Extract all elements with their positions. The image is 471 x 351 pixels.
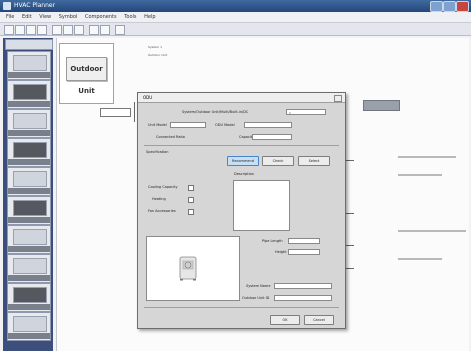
outdoor-unit-label: Outdoor Unit bbox=[70, 65, 103, 95]
cooling-label: Cooling Capacity bbox=[148, 185, 178, 189]
canvas-note: Outdoor Unit bbox=[148, 53, 168, 57]
app-window: HVAC Planner File Edit View Symbol Compo… bbox=[0, 0, 471, 351]
outdoor-unit-icon bbox=[13, 258, 47, 274]
capacity-field bbox=[252, 134, 292, 140]
menu-edit[interactable]: Edit bbox=[22, 14, 32, 20]
controller-icon bbox=[13, 287, 47, 303]
palette-item-wall-unit[interactable] bbox=[7, 51, 51, 80]
branch-node[interactable] bbox=[363, 100, 400, 111]
menu-components[interactable]: Components bbox=[85, 14, 117, 20]
cooling-checkbox[interactable] bbox=[188, 185, 194, 191]
close-button[interactable] bbox=[456, 1, 469, 12]
menu-file[interactable]: File bbox=[6, 14, 14, 20]
indoor-unit-note bbox=[398, 156, 456, 166]
odu-model-select[interactable] bbox=[244, 122, 292, 128]
palette-item-console[interactable] bbox=[7, 225, 51, 254]
divider bbox=[144, 307, 339, 308]
floor-unit-icon bbox=[13, 171, 47, 187]
menu-view[interactable]: View bbox=[39, 14, 51, 20]
select-button[interactable]: Select bbox=[298, 156, 330, 166]
palette-item-duct[interactable] bbox=[7, 109, 51, 138]
component-palette bbox=[3, 38, 53, 351]
dialog-title-bar: ODU bbox=[138, 93, 345, 103]
palette-item-remote[interactable] bbox=[7, 312, 51, 341]
dialog-title: ODU bbox=[143, 95, 153, 100]
unit-model-label: Unit Model bbox=[148, 123, 167, 127]
menu-bar: File Edit View Symbol Components Tools H… bbox=[0, 12, 471, 23]
pipe-length-field[interactable] bbox=[288, 238, 320, 244]
recommend-button[interactable]: Recommend bbox=[227, 156, 259, 166]
description-textarea[interactable] bbox=[233, 180, 290, 231]
wall-unit-icon bbox=[13, 55, 47, 71]
heating-checkbox[interactable] bbox=[188, 197, 194, 203]
minimize-button[interactable] bbox=[430, 1, 443, 12]
high-wall-unit-icon bbox=[13, 200, 47, 216]
undo-icon[interactable] bbox=[89, 25, 99, 35]
system-name-label: System Name bbox=[246, 284, 271, 288]
canvas-note: System 1 bbox=[148, 45, 163, 49]
window-title: HVAC Planner bbox=[14, 2, 56, 9]
cassette-unit-icon bbox=[13, 84, 47, 100]
outdoor-name-input[interactable] bbox=[274, 295, 332, 301]
pipe-length-label: Pipe Length bbox=[262, 239, 283, 243]
copy-icon[interactable] bbox=[63, 25, 73, 35]
fan-label: Fan Accessories bbox=[148, 209, 176, 213]
outdoor-name-label: Outdoor Unit ID bbox=[242, 296, 270, 300]
ceiling-unit-icon bbox=[13, 142, 47, 158]
divider bbox=[144, 145, 339, 146]
palette-item-outdoor[interactable] bbox=[7, 254, 51, 283]
menu-symbol[interactable]: Symbol bbox=[59, 14, 78, 20]
outdoor-unit-box: Outdoor Unit bbox=[66, 57, 107, 95]
height-label: Height bbox=[275, 250, 287, 254]
description-label: Description bbox=[234, 172, 254, 176]
palette-item-floor[interactable] bbox=[7, 167, 51, 196]
toolbar bbox=[0, 23, 471, 36]
palette-item-ceiling[interactable] bbox=[7, 138, 51, 167]
system-label: System/Outdoor Unit/Multi/Built-in/DC bbox=[182, 110, 249, 114]
print-icon[interactable] bbox=[37, 25, 47, 35]
fan-checkbox[interactable] bbox=[188, 209, 194, 215]
palette-header bbox=[5, 39, 53, 50]
console-unit-icon bbox=[13, 229, 47, 245]
system-select[interactable]: 1 bbox=[286, 109, 326, 115]
height-field[interactable] bbox=[288, 249, 320, 255]
branch-node[interactable] bbox=[100, 108, 131, 117]
system-name-input[interactable] bbox=[274, 283, 332, 289]
paste-icon[interactable] bbox=[74, 25, 84, 35]
remote-icon bbox=[13, 316, 47, 332]
title-bar: HVAC Planner bbox=[0, 0, 471, 12]
zoom-icon[interactable] bbox=[115, 25, 125, 35]
app-icon bbox=[3, 2, 11, 10]
duct-unit-icon bbox=[13, 113, 47, 129]
outdoor-unit-icon bbox=[179, 256, 197, 281]
open-icon[interactable] bbox=[15, 25, 25, 35]
palette-item-cassette[interactable] bbox=[7, 80, 51, 109]
redo-icon[interactable] bbox=[100, 25, 110, 35]
outdoor-unit-node[interactable]: Outdoor Unit bbox=[59, 43, 114, 104]
maximize-button[interactable] bbox=[443, 1, 456, 12]
unit-preview-image bbox=[146, 236, 240, 301]
palette-item-high-wall[interactable] bbox=[7, 196, 51, 225]
check-button[interactable]: Check bbox=[262, 156, 294, 166]
odu-model-label: ODU Model bbox=[215, 123, 235, 127]
palette-item-controller[interactable] bbox=[7, 283, 51, 312]
connected-ratio-label: Connected Ratio bbox=[156, 135, 185, 139]
cancel-button[interactable]: Cancel bbox=[304, 315, 334, 325]
ok-button[interactable]: OK bbox=[270, 315, 300, 325]
save-icon[interactable] bbox=[26, 25, 36, 35]
specification-label: Specification bbox=[146, 150, 169, 154]
menu-tools[interactable]: Tools bbox=[124, 14, 136, 20]
indoor-unit-note bbox=[398, 258, 442, 268]
heating-label: Heating bbox=[152, 197, 166, 201]
dialog-close-icon[interactable] bbox=[334, 95, 342, 102]
cut-icon[interactable] bbox=[52, 25, 62, 35]
indoor-unit-note bbox=[398, 174, 442, 184]
new-icon[interactable] bbox=[4, 25, 14, 35]
menu-help[interactable]: Help bbox=[144, 14, 155, 20]
unit-model-select[interactable] bbox=[170, 122, 206, 128]
pipe-line bbox=[134, 102, 135, 122]
indoor-unit-note bbox=[398, 230, 466, 240]
